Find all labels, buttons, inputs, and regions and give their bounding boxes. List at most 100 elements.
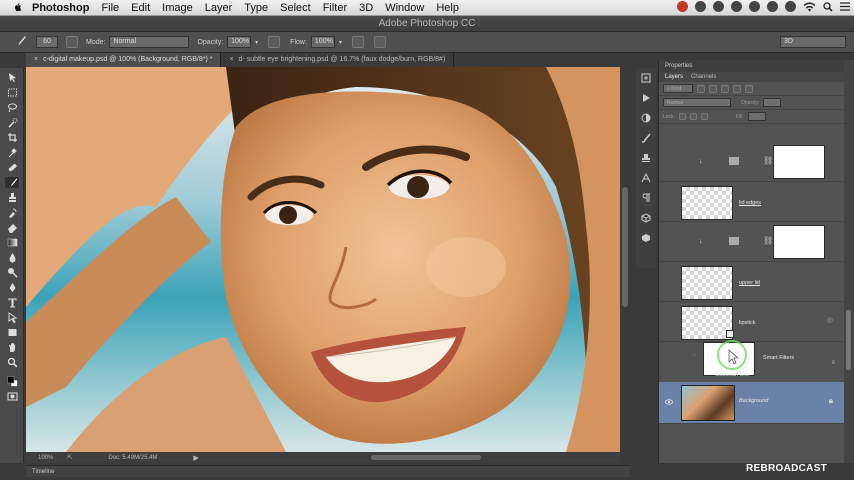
- brush-panel-icon[interactable]: [66, 36, 78, 48]
- chevron-down-icon[interactable]: ▾: [339, 39, 342, 46]
- eye-icon[interactable]: ◦: [693, 352, 695, 359]
- menu-app-name[interactable]: Photoshop: [32, 2, 89, 14]
- clone-stamp-tool-icon[interactable]: [5, 192, 19, 203]
- notification-center-icon[interactable]: [840, 2, 850, 11]
- layer-row[interactable]: upper lid: [659, 262, 845, 302]
- healing-brush-tool-icon[interactable]: [5, 162, 19, 173]
- menu-select[interactable]: Select: [280, 2, 311, 14]
- sync-icon[interactable]: [731, 1, 742, 12]
- crop-tool-icon[interactable]: [5, 132, 19, 143]
- tab-digital-makeup[interactable]: × c-digital makeup.psd @ 100% (Background…: [26, 53, 222, 67]
- opacity-field[interactable]: 100%: [227, 36, 252, 48]
- menu-type[interactable]: Type: [244, 2, 268, 14]
- link-icon[interactable]: ⛓: [763, 236, 773, 245]
- layer-name[interactable]: Background: [739, 398, 768, 404]
- actions-icon[interactable]: [640, 92, 652, 104]
- 3d-panel-icon[interactable]: [640, 212, 652, 224]
- pen-tool-icon[interactable]: [5, 282, 19, 293]
- scroll-thumb[interactable]: [622, 187, 628, 307]
- tab-layers[interactable]: Layers: [665, 72, 683, 82]
- filter-adjustment-icon[interactable]: [709, 84, 717, 93]
- adjustments-icon[interactable]: [640, 112, 652, 124]
- layer-mask-thumbnail[interactable]: [773, 225, 825, 259]
- layer-mask-thumbnail[interactable]: [773, 145, 825, 179]
- path-selection-tool-icon[interactable]: [5, 312, 19, 323]
- lock-pixels-icon[interactable]: [678, 113, 686, 120]
- menu-image[interactable]: Image: [162, 2, 193, 14]
- dropbox-icon[interactable]: [767, 1, 778, 12]
- menu-window[interactable]: Window: [385, 2, 424, 14]
- apple-icon[interactable]: [12, 2, 24, 14]
- link-icon[interactable]: ⛓: [763, 156, 773, 165]
- layer-row-background-selected[interactable]: Background 🔒︎: [659, 382, 845, 424]
- layer-name[interactable]: lid edges: [739, 200, 761, 206]
- brush-preset-picker[interactable]: 60: [36, 36, 58, 48]
- layer-row[interactable]: ↓ ⛓: [659, 142, 845, 182]
- menu-help[interactable]: Help: [436, 2, 459, 14]
- hand-tool-icon[interactable]: [5, 342, 19, 353]
- menu-edit[interactable]: Edit: [131, 2, 150, 14]
- pressure-size-icon[interactable]: [373, 36, 386, 48]
- eraser-tool-icon[interactable]: [5, 222, 19, 233]
- spotlight-icon[interactable]: [823, 1, 833, 12]
- blend-mode-select[interactable]: Normal: [663, 98, 731, 107]
- scroll-thumb[interactable]: [846, 310, 851, 370]
- zoom-tool-icon[interactable]: [5, 357, 19, 368]
- layer-row[interactable]: lid edges: [659, 182, 845, 222]
- filter-type-icon[interactable]: [721, 84, 729, 93]
- properties-header[interactable]: Properties: [659, 60, 844, 72]
- workspace-select[interactable]: 3D: [780, 36, 846, 48]
- chevron-down-icon[interactable]: ▾: [255, 39, 258, 46]
- canvas-horizontal-scrollbar[interactable]: [26, 452, 620, 463]
- lock-position-icon[interactable]: [689, 113, 697, 120]
- menu-file[interactable]: File: [101, 2, 119, 14]
- quick-selection-tool-icon[interactable]: [5, 117, 19, 128]
- airbrush-icon[interactable]: [351, 36, 364, 48]
- type-tool-icon[interactable]: [5, 297, 19, 308]
- filter-kind-select[interactable]: ⌕ Kind: [663, 84, 693, 93]
- gaussian-blur-row[interactable]: Gaussian Blur: [659, 370, 845, 382]
- tab-channels[interactable]: Channels: [691, 72, 716, 82]
- 3d-object-icon[interactable]: [640, 232, 652, 244]
- layer-row[interactable]: lipstick ◎: [659, 302, 845, 342]
- blur-tool-icon[interactable]: [5, 252, 19, 263]
- character-icon[interactable]: [640, 172, 652, 184]
- clone-source-icon[interactable]: [640, 152, 652, 164]
- mode-select[interactable]: Normal: [109, 36, 190, 48]
- tab-eye-brightening[interactable]: × d- subtle eye brightening.psd @ 16.7% (…: [221, 53, 455, 67]
- filter-options-icon[interactable]: ≡: [831, 360, 835, 366]
- move-tool-icon[interactable]: [5, 72, 19, 83]
- wifi-icon[interactable]: [803, 1, 816, 12]
- history-brush-tool-icon[interactable]: [5, 207, 19, 218]
- paragraph-icon[interactable]: [640, 192, 652, 204]
- quick-mask-icon[interactable]: [5, 391, 19, 402]
- dodge-tool-icon[interactable]: [5, 267, 19, 278]
- brush-tool-icon[interactable]: [5, 177, 19, 188]
- scroll-thumb[interactable]: [371, 455, 481, 460]
- filter-name[interactable]: Gaussian Blur: [715, 372, 750, 378]
- timeline-panel-tab[interactable]: Timeline: [26, 465, 630, 477]
- eyedropper-tool-icon[interactable]: [5, 147, 19, 158]
- brush-presets-icon[interactable]: [640, 132, 652, 144]
- layer-row[interactable]: ↓ ⛓: [659, 222, 845, 262]
- cloud-icon[interactable]: [695, 1, 706, 12]
- marquee-tool-icon[interactable]: [5, 87, 19, 98]
- menu-3d[interactable]: 3D: [359, 2, 373, 14]
- volume-icon[interactable]: [785, 1, 796, 12]
- lasso-tool-icon[interactable]: [5, 102, 19, 113]
- layer-opacity-field[interactable]: [763, 98, 782, 107]
- lock-all-icon[interactable]: [700, 113, 708, 120]
- alert-icon[interactable]: [749, 1, 760, 12]
- record-icon[interactable]: [677, 1, 688, 12]
- close-icon[interactable]: ×: [229, 56, 233, 63]
- history-icon[interactable]: [640, 72, 652, 84]
- foreground-background-color-icon[interactable]: [5, 376, 19, 387]
- brush-tool-icon[interactable]: [14, 34, 28, 50]
- canvas-vertical-scrollbar[interactable]: [620, 67, 630, 452]
- menu-layer[interactable]: Layer: [205, 2, 233, 14]
- clock-icon[interactable]: [713, 1, 724, 12]
- menu-filter[interactable]: Filter: [323, 2, 347, 14]
- layer-name[interactable]: lipstick: [739, 320, 756, 326]
- layer-name[interactable]: upper lid: [739, 280, 760, 286]
- rectangle-tool-icon[interactable]: [5, 327, 19, 338]
